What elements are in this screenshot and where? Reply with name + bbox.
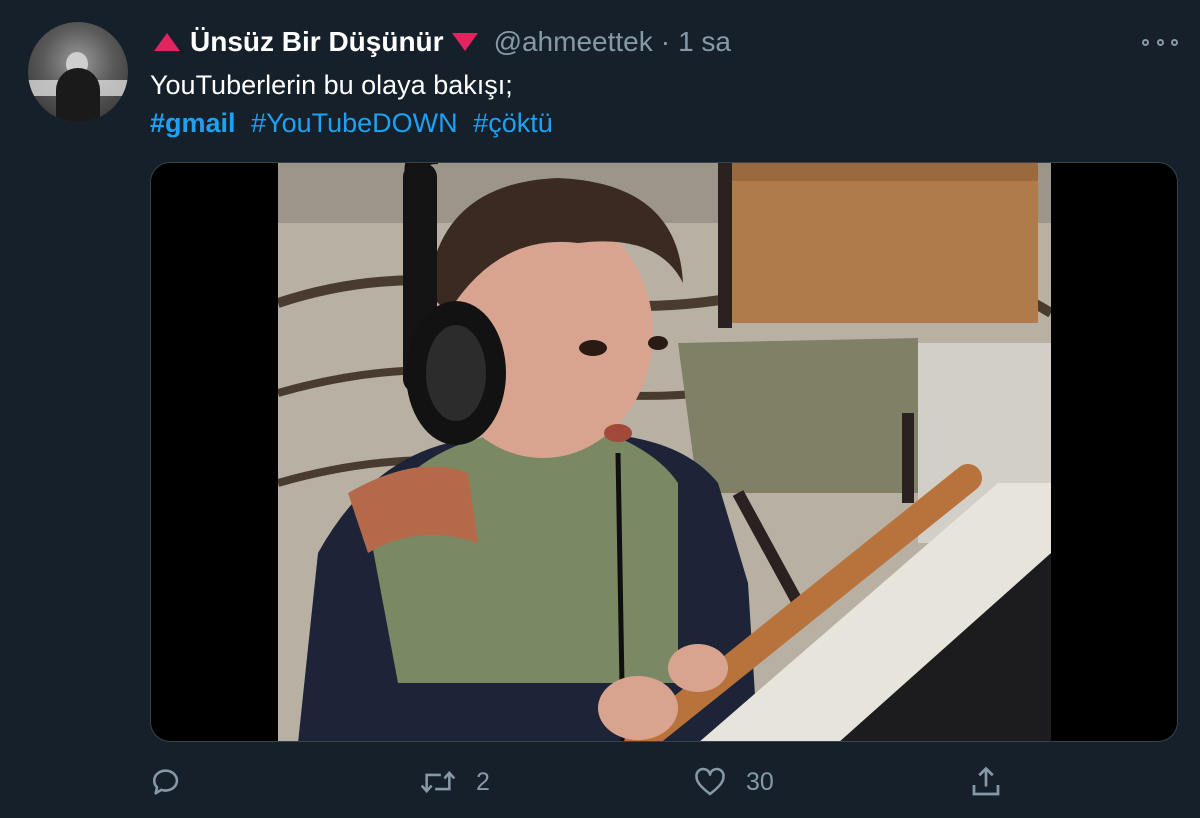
media-photo <box>278 163 1051 741</box>
retweet-button[interactable]: 2 <box>418 760 490 804</box>
tweet[interactable]: Ünsüz Bir Düşünür @ahmeettek · 1 sa YouT… <box>0 0 1200 818</box>
like-count: 30 <box>746 767 774 796</box>
heart-icon <box>695 767 725 796</box>
hashtag-link[interactable]: #gmail <box>150 108 236 138</box>
avatar-figure <box>56 68 100 122</box>
photo-illustration <box>278 163 1051 741</box>
speech-bubble-icon <box>152 769 179 795</box>
hashtag-link[interactable]: #YouTubeDOWN <box>251 108 458 138</box>
avatar[interactable] <box>28 22 128 122</box>
retweet-arrows-icon <box>420 770 456 794</box>
display-name[interactable]: Ünsüz Bir Düşünür <box>190 26 444 58</box>
tweet-header: Ünsüz Bir Düşünür @ahmeettek · 1 sa <box>150 22 731 62</box>
ellipsis-icon <box>1156 38 1164 46</box>
share-upload-icon <box>972 766 1000 796</box>
user-handle[interactable]: @ahmeettek <box>494 26 653 58</box>
share-button[interactable] <box>968 760 1004 804</box>
like-button[interactable]: 30 <box>692 760 774 804</box>
tweet-media[interactable] <box>150 162 1178 742</box>
more-options-button[interactable] <box>1142 32 1178 52</box>
hashtag-link[interactable]: #çöktü <box>473 108 553 138</box>
timestamp[interactable]: 1 sa <box>678 26 731 58</box>
ellipsis-icon <box>1171 38 1178 46</box>
separator-dot: · <box>660 26 671 57</box>
tweet-actions: 2 30 <box>0 760 1200 804</box>
retweet-count: 2 <box>476 767 490 796</box>
tweet-text: YouTuberlerin bu olaya bakışı; <box>150 70 513 100</box>
reply-button[interactable] <box>150 760 202 804</box>
red-triangle-down-icon <box>451 33 478 51</box>
tweet-hashtags: #gmail #YouTubeDOWN #çöktü <box>150 108 561 139</box>
red-triangle-up-icon <box>154 33 180 51</box>
ellipsis-icon <box>1142 38 1149 46</box>
